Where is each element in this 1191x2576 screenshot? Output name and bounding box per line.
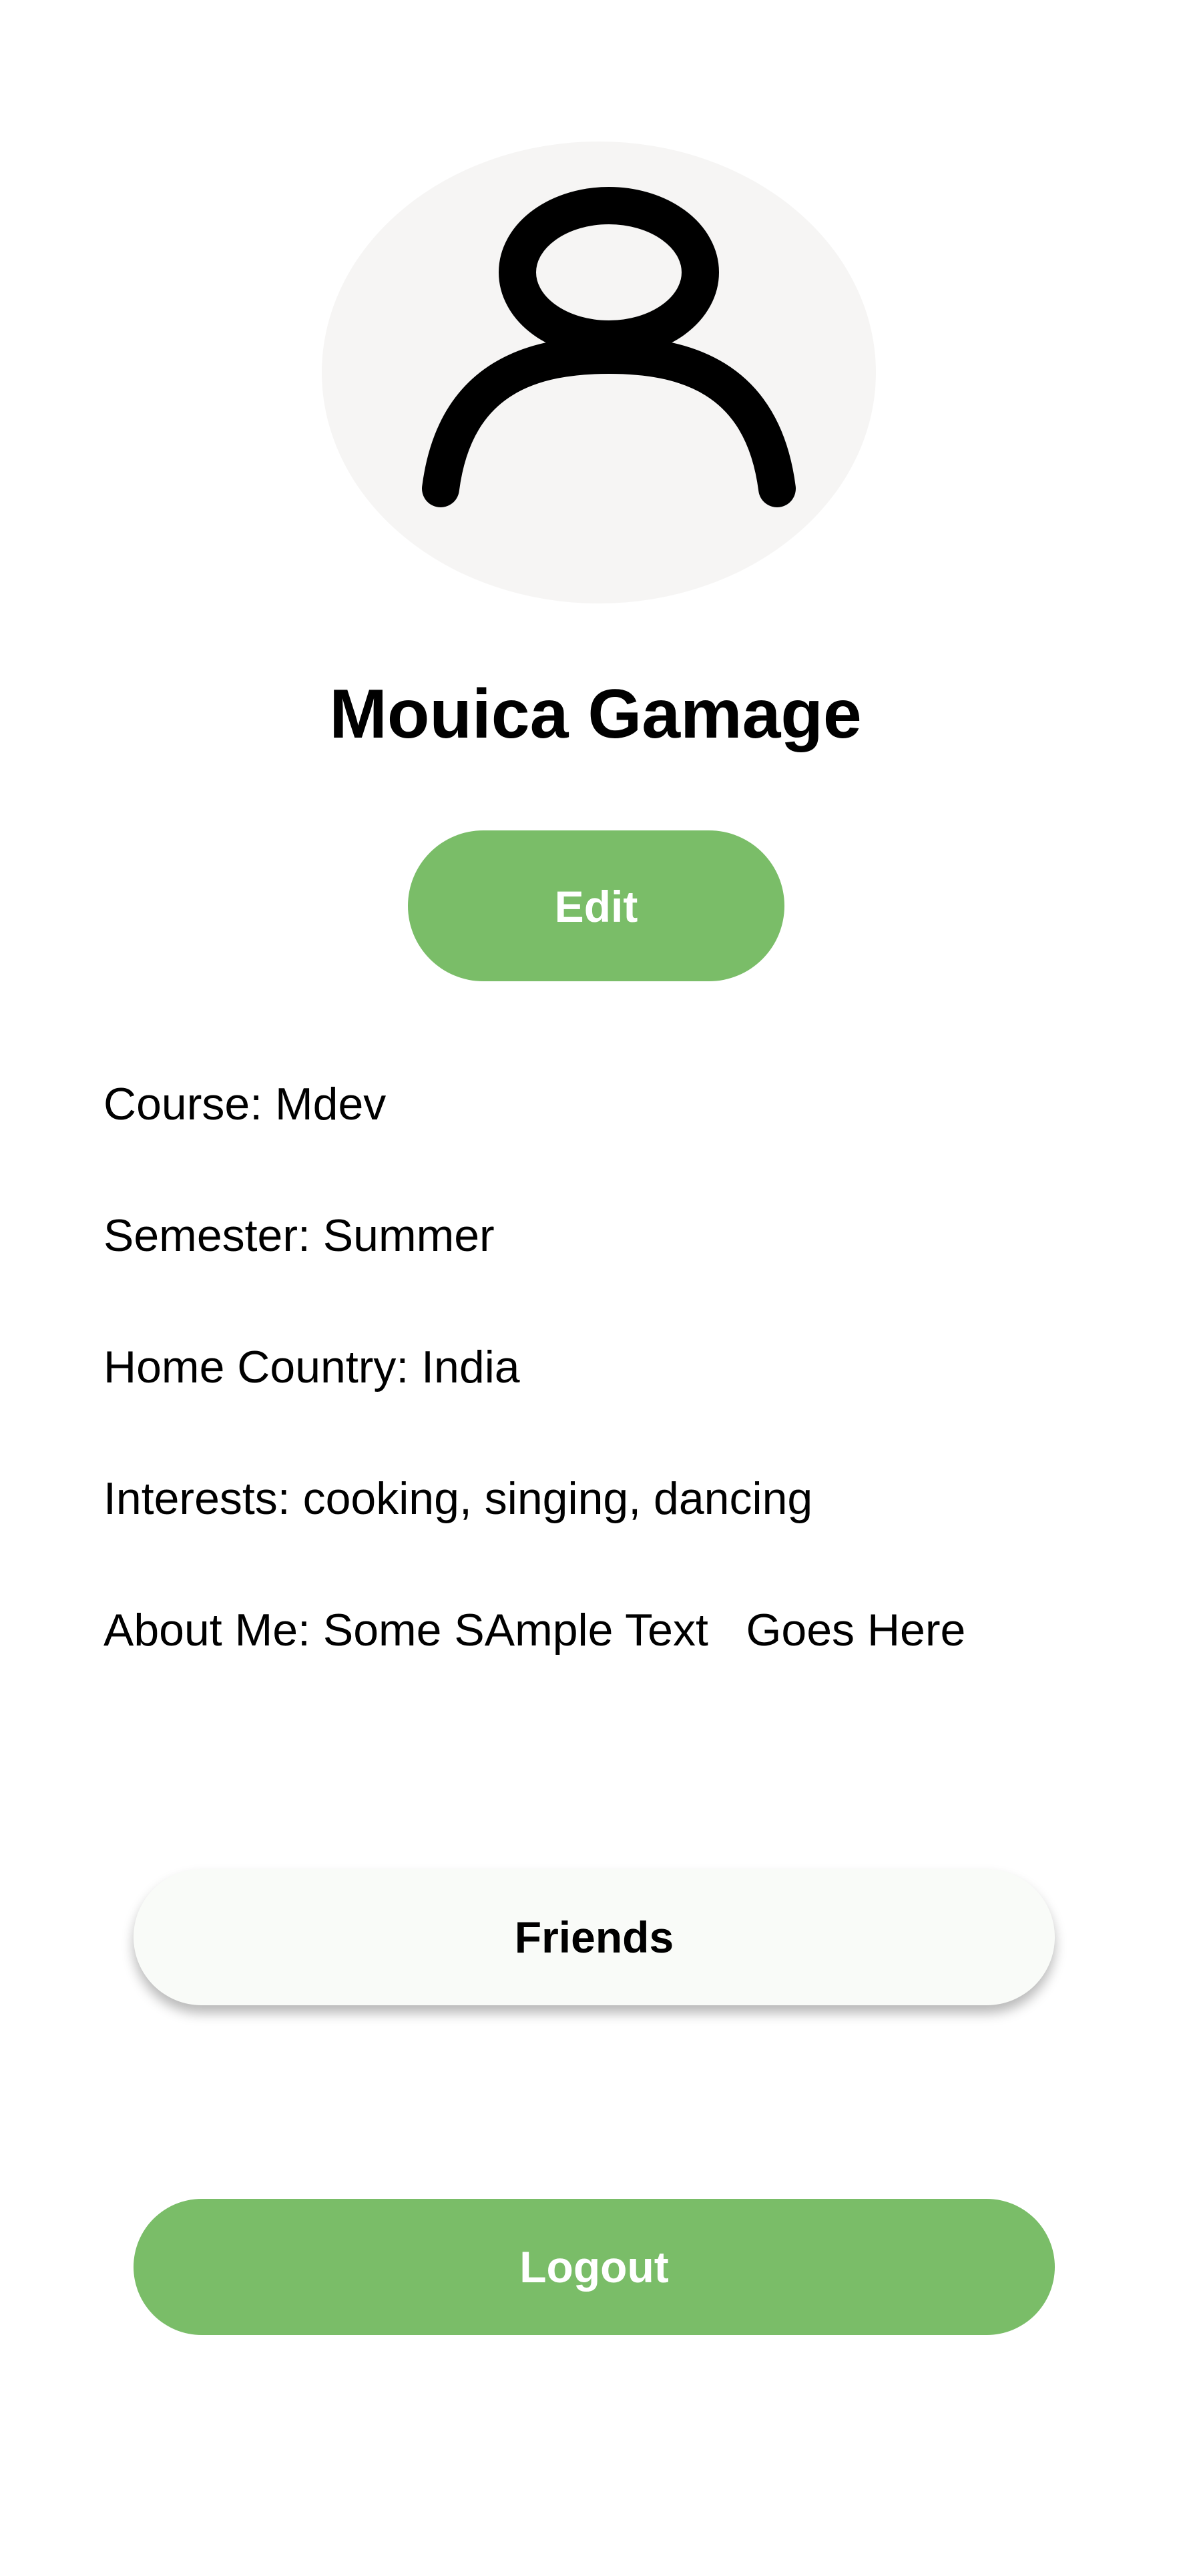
profile-page: Mouica Gamage Edit Course: Mdev Semester… (0, 0, 1191, 2576)
semester-text: Semester: Summer (103, 1210, 495, 1261)
interests-text: Interests: cooking, singing, dancing (103, 1473, 813, 1524)
logout-button[interactable]: Logout (134, 2199, 1055, 2335)
edit-button[interactable]: Edit (408, 830, 784, 981)
profile-name: Mouica Gamage (329, 676, 862, 753)
avatar (322, 142, 876, 603)
home-country-text: Home Country: India (103, 1342, 520, 1392)
about-me-text: About Me: Some SAmple Text Goes Here (103, 1605, 966, 1655)
user-icon (422, 187, 796, 507)
course-text: Course: Mdev (103, 1079, 387, 1129)
friends-button[interactable]: Friends (134, 1869, 1055, 2005)
